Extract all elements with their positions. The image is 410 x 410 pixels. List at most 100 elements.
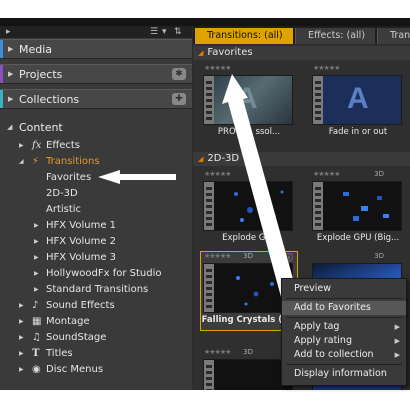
tree-item-artistic[interactable]: Artistic bbox=[0, 202, 192, 218]
tree-item-favorites[interactable]: Favorites bbox=[0, 170, 192, 186]
filmstrip-icon bbox=[204, 264, 214, 312]
tree-item-label: Titles bbox=[46, 348, 73, 359]
tree-item-hfx-volume-3[interactable]: ▶ HFX Volume 3 bbox=[0, 250, 192, 266]
expand-arrow-icon[interactable]: ▶ bbox=[34, 266, 39, 282]
tree-item-label: Artistic bbox=[46, 204, 82, 215]
expand-arrow-icon[interactable]: ▶ bbox=[34, 250, 39, 266]
list-view-icon[interactable]: ☰ bbox=[150, 27, 158, 37]
transition-item[interactable]: ★★★★★ A Fade in or out bbox=[310, 64, 406, 142]
tab-effects-all[interactable]: Effects: (all) bbox=[295, 28, 375, 44]
collapse-arrow-icon[interactable]: ◢ bbox=[19, 154, 24, 170]
tree-item-label: SoundStage bbox=[46, 332, 107, 343]
sort-icon[interactable]: ⇅ bbox=[174, 27, 182, 37]
expand-arrow-icon[interactable]: ▶ bbox=[19, 330, 24, 346]
transition-caption: Explode GPU (Big... bbox=[316, 233, 400, 243]
section-label: Favorites bbox=[207, 47, 253, 58]
expand-arrow-icon[interactable]: ▶ bbox=[8, 95, 13, 103]
menu-item-preview[interactable]: Preview bbox=[282, 282, 406, 296]
menu-item-apply-tag[interactable]: Apply tag ▶ bbox=[282, 320, 406, 334]
montage-icon: ▦ bbox=[32, 316, 42, 327]
expand-arrow-icon[interactable]: ▶ bbox=[19, 314, 24, 330]
fx-icon: fx bbox=[32, 140, 42, 151]
section-label: 2D-3D bbox=[207, 153, 240, 164]
particle-graphic bbox=[343, 192, 389, 221]
3d-badge: 3D bbox=[243, 252, 253, 260]
info-icon[interactable]: ⓘ bbox=[285, 252, 293, 263]
transition-caption: Fade in or out bbox=[328, 127, 388, 137]
projects-add-icon[interactable]: ✱ bbox=[172, 68, 186, 80]
transition-item[interactable]: ★★★★★ 3D Explode GPU (Big... bbox=[310, 170, 406, 248]
expand-arrow-icon[interactable]: ▶ bbox=[34, 234, 39, 250]
section-favorites[interactable]: ◢ Favorites bbox=[193, 46, 410, 60]
rating-stars[interactable]: ★★★★★ bbox=[204, 348, 231, 356]
tree-item-2d-3d[interactable]: 2D-3D bbox=[0, 186, 192, 202]
tree-item-transitions[interactable]: ◢ ⚡ Transitions bbox=[0, 154, 192, 170]
content-section-header[interactable]: ◢ Content bbox=[0, 118, 192, 138]
tree-item-disc-menus[interactable]: ▶ ◉ Disc Menus bbox=[0, 362, 192, 378]
section-2d-3d[interactable]: ◢ 2D-3D bbox=[193, 152, 410, 166]
media-color-bar bbox=[0, 40, 3, 58]
menu-item-display-information[interactable]: Display information bbox=[282, 367, 406, 381]
library-navigator: ▸ ☰ ▾ ⇅ ▶ Media ▶ Projects ✱ ▶ Collectio… bbox=[0, 26, 192, 390]
filmstrip-icon bbox=[313, 182, 323, 230]
list-view-dropdown-icon[interactable]: ▾ bbox=[162, 27, 167, 37]
collapse-arrow-icon[interactable]: ◢ bbox=[198, 155, 203, 163]
tree-item-label: Favorites bbox=[46, 172, 92, 183]
browser-tabs: Transitions: (all) Effects: (all) Trans bbox=[193, 26, 410, 44]
expand-arrow-icon[interactable]: ▶ bbox=[34, 218, 39, 234]
menu-item-apply-rating[interactable]: Apply rating ▶ bbox=[282, 334, 406, 348]
tab-transitions-all[interactable]: Transitions: (all) bbox=[195, 28, 293, 44]
filmstrip-icon bbox=[313, 76, 323, 124]
pin-icon[interactable]: ▸ bbox=[6, 27, 11, 37]
menu-separator bbox=[286, 317, 402, 318]
transition-caption: PRO-Z... ssol... bbox=[217, 127, 281, 137]
rating-stars[interactable]: ★★★★★ bbox=[204, 64, 231, 72]
tree-item-hollywoodfx[interactable]: ▶ HollywoodFx for Studio bbox=[0, 266, 192, 282]
collections-color-bar bbox=[0, 90, 3, 108]
rating-stars[interactable]: ★★★★★ bbox=[204, 252, 231, 260]
soundstage-icon: ♫ bbox=[32, 332, 41, 343]
library-row-projects[interactable]: ▶ Projects ✱ bbox=[0, 64, 192, 84]
expand-arrow-icon[interactable]: ▶ bbox=[19, 346, 24, 362]
expand-arrow-icon[interactable]: ▶ bbox=[8, 45, 13, 53]
tree-item-effects[interactable]: ▶ fx Effects bbox=[0, 138, 192, 154]
transition-thumbnail bbox=[203, 359, 293, 390]
menu-item-add-to-favorites[interactable]: Add to Favorites bbox=[282, 301, 406, 315]
expand-arrow-icon[interactable]: ▶ bbox=[19, 362, 24, 378]
tree-item-standard-transitions[interactable]: ▶ Standard Transitions bbox=[0, 282, 192, 298]
submenu-arrow-icon: ▶ bbox=[394, 351, 400, 359]
transition-item[interactable]: ★★★★★ Explode Gl... bbox=[201, 170, 297, 248]
expand-arrow-icon[interactable]: ▶ bbox=[8, 70, 13, 78]
rating-stars[interactable]: ★★★★★ bbox=[313, 170, 340, 178]
projects-color-bar bbox=[0, 65, 3, 83]
expand-arrow-icon[interactable]: ▶ bbox=[19, 298, 24, 314]
tree-item-hfx-volume-1[interactable]: ▶ HFX Volume 1 bbox=[0, 218, 192, 234]
transition-caption: Explode Gl... bbox=[222, 233, 276, 243]
tree-item-montage[interactable]: ▶ ▦ Montage bbox=[0, 314, 192, 330]
tab-transitions-partial[interactable]: Trans bbox=[377, 28, 410, 44]
library-row-collections[interactable]: ▶ Collections ✚ bbox=[0, 89, 192, 109]
content-label: Content bbox=[19, 121, 63, 134]
disc-icon: ◉ bbox=[32, 364, 41, 375]
tree-item-label: HollywoodFx for Studio bbox=[46, 268, 162, 279]
collapse-arrow-icon[interactable]: ◢ bbox=[198, 49, 203, 57]
tree-item-soundstage[interactable]: ▶ ♫ SoundStage bbox=[0, 330, 192, 346]
expand-arrow-icon[interactable]: ▶ bbox=[19, 138, 24, 154]
transition-item[interactable]: ★★★★★ A PRO-Z... ssol... bbox=[201, 64, 297, 142]
menu-item-add-to-collection[interactable]: Add to collection ▶ bbox=[282, 348, 406, 362]
tree-item-sound-effects[interactable]: ▶ ♪ Sound Effects bbox=[0, 298, 192, 314]
tree-item-label: 2D-3D bbox=[46, 188, 78, 199]
expand-arrow-icon[interactable]: ▶ bbox=[34, 282, 39, 298]
collapse-arrow-icon[interactable]: ◢ bbox=[7, 123, 12, 131]
submenu-arrow-icon: ▶ bbox=[394, 323, 400, 331]
rating-stars[interactable]: ★★★★★ bbox=[313, 64, 340, 72]
tree-item-titles[interactable]: ▶ T Titles bbox=[0, 346, 192, 362]
music-note-icon: ♪ bbox=[32, 300, 39, 311]
lightning-icon: ⚡ bbox=[32, 156, 40, 167]
rating-stars[interactable]: ★★★★★ bbox=[204, 170, 231, 178]
3d-badge: 3D bbox=[374, 170, 384, 178]
tree-item-hfx-volume-2[interactable]: ▶ HFX Volume 2 bbox=[0, 234, 192, 250]
collections-add-icon[interactable]: ✚ bbox=[172, 93, 186, 105]
tree-item-label: Standard Transitions bbox=[46, 284, 149, 295]
library-row-media[interactable]: ▶ Media bbox=[0, 39, 192, 59]
